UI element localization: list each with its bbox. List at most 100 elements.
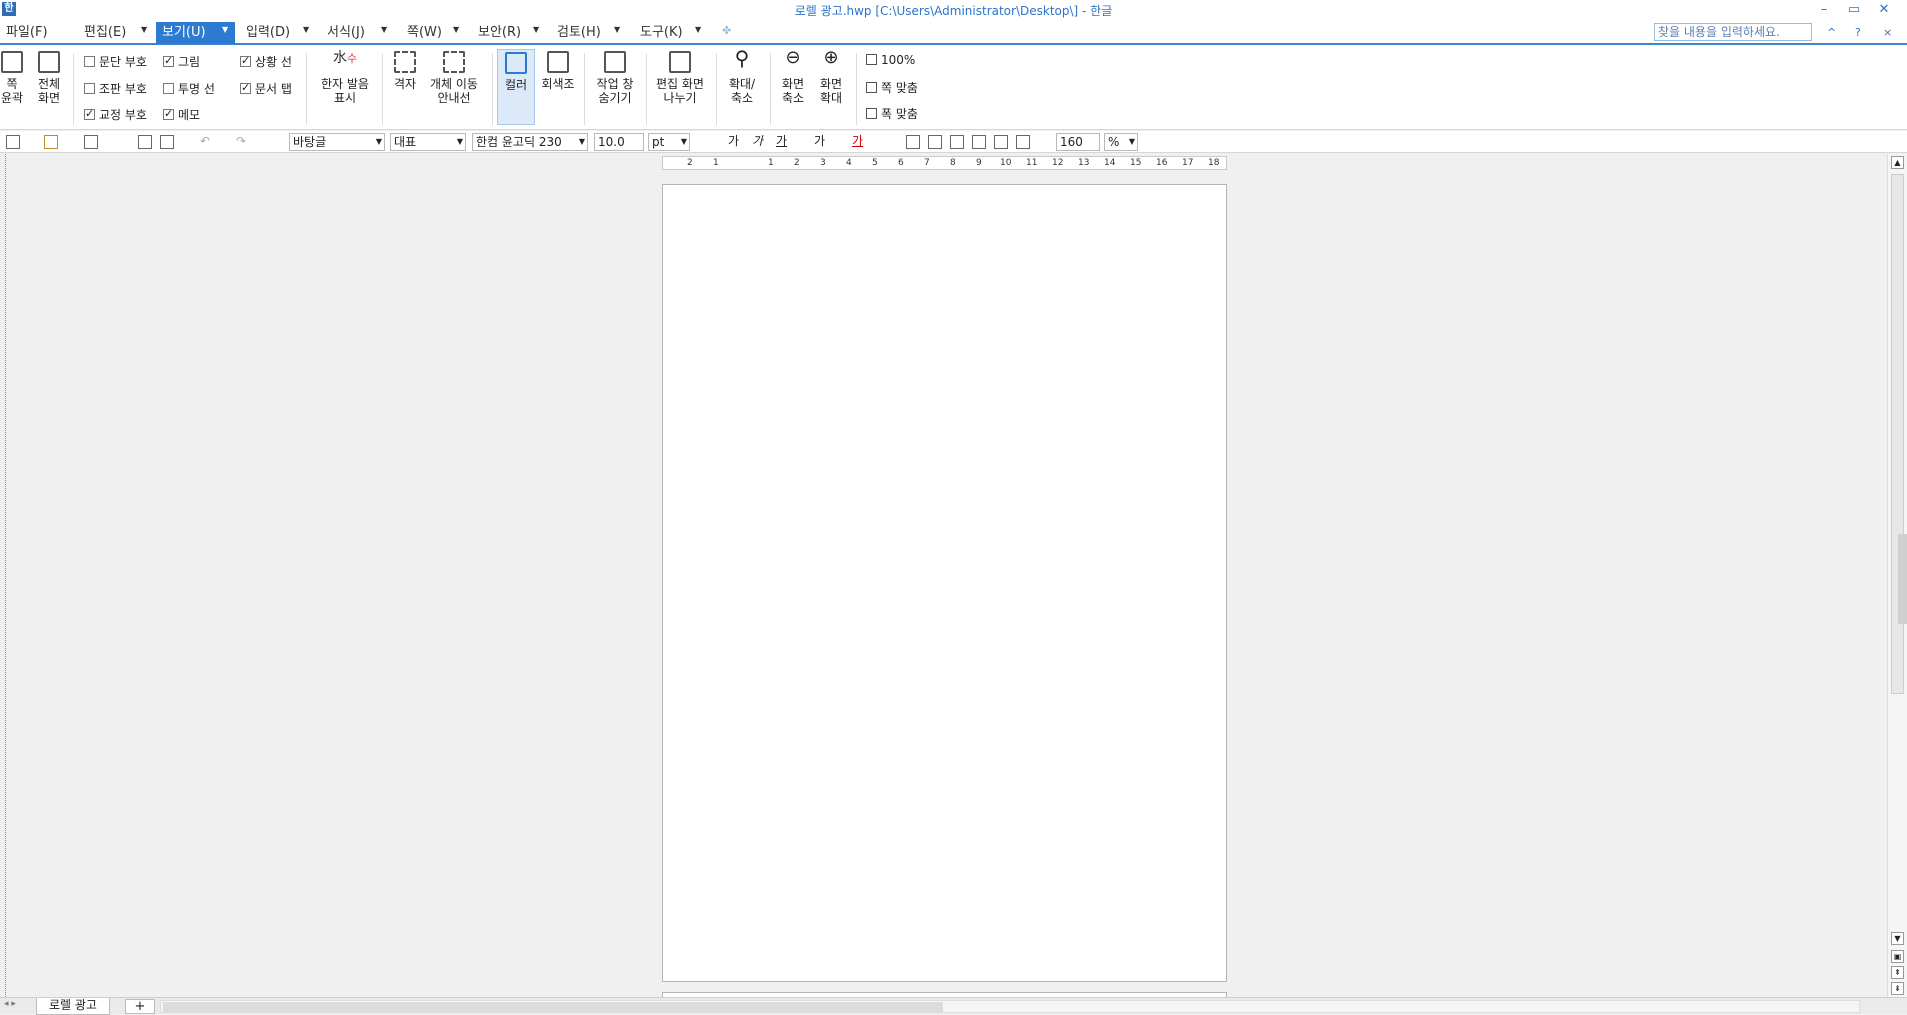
font-select[interactable]: 한컴 윤고딕 230 ▼ <box>472 133 588 151</box>
chevron-down-icon[interactable]: ▼ <box>533 25 539 34</box>
chevron-down-icon[interactable]: ▼ <box>457 134 463 150</box>
minimize-button[interactable]: – <box>1809 0 1839 20</box>
font-size-input[interactable]: 10.0 <box>594 133 644 151</box>
next-page-icon[interactable]: ⇟ <box>1891 982 1904 995</box>
zoom-in-button[interactable]: ⊕ 화면 확대 <box>814 49 848 106</box>
chevron-down-icon[interactable]: ▼ <box>376 134 382 150</box>
checkbox-correction-mark[interactable]: 교정 부호 <box>84 107 147 122</box>
undo-icon[interactable]: ↶ <box>200 133 210 151</box>
print-icon[interactable] <box>138 135 152 149</box>
chevron-down-icon[interactable]: ▼ <box>614 25 620 34</box>
tab-scroll-icon[interactable]: ◂ ▸ <box>4 999 16 1009</box>
align-left-icon[interactable] <box>928 135 942 149</box>
align-center-icon[interactable] <box>950 135 964 149</box>
document-body[interactable] <box>753 269 1173 357</box>
document-tab[interactable]: 로렐 광고 <box>36 998 110 1015</box>
doc-spacer <box>753 283 1173 293</box>
menu-insert[interactable]: 입력(D) <box>246 23 290 43</box>
align-justify-icon[interactable] <box>906 135 920 149</box>
align-right-icon[interactable] <box>972 135 986 149</box>
style-select[interactable]: 바탕글 ▼ <box>289 133 385 151</box>
horizontal-scrollbar[interactable] <box>160 1000 1860 1013</box>
open-folder-icon[interactable] <box>44 135 58 149</box>
vertical-scrollbar[interactable]: ▲ ▼ ▣ ⇞ ⇟ <box>1887 154 1907 997</box>
chevron-down-icon[interactable]: ▼ <box>1129 134 1135 150</box>
checkbox-picture[interactable]: 그림 <box>163 54 200 69</box>
new-document-icon[interactable] <box>6 135 20 149</box>
unit-select[interactable]: pt ▼ <box>648 133 690 151</box>
close-doc-icon[interactable]: × <box>1883 26 1892 39</box>
restore-button[interactable]: ▭ <box>1839 0 1869 20</box>
fit-width-icon <box>866 108 877 119</box>
chevron-down-icon[interactable]: ▼ <box>381 25 387 34</box>
fullscreen-button[interactable]: 전체 화면 <box>34 51 64 105</box>
scroll-up-icon[interactable]: ▲ <box>1891 156 1904 169</box>
color-mode-button[interactable]: 컬러 <box>497 49 535 125</box>
chevron-down-icon[interactable]: ▼ <box>579 134 585 150</box>
menu-format[interactable]: 서식(J) <box>327 23 365 43</box>
line-spacing-input[interactable]: 160 <box>1056 133 1100 151</box>
object-guide-button[interactable]: 개체 이동 안내선 <box>426 51 482 105</box>
fit-width-button[interactable]: 폭 맞춤 <box>866 105 918 122</box>
scroll-down-icon[interactable]: ▼ <box>1891 932 1904 945</box>
menu-edit[interactable]: 편집(E) <box>84 23 126 43</box>
close-button[interactable]: ✕ <box>1869 0 1899 20</box>
menu-security[interactable]: 보안(R) <box>478 23 521 43</box>
search-input[interactable]: 찾을 내용을 입력하세요. <box>1654 23 1812 41</box>
line-spacing-value: 160 <box>1060 135 1083 149</box>
bold-button[interactable]: 가 <box>728 133 739 151</box>
fit-page-button[interactable]: 쪽 맞춤 <box>866 79 918 96</box>
menu-file[interactable]: 파일(F) <box>6 23 48 43</box>
checkbox-transparent-line[interactable]: 투명 선 <box>163 82 215 96</box>
grayscale-button[interactable]: 회색조 <box>538 51 578 91</box>
italic-button[interactable]: 가 <box>752 133 763 151</box>
zoom-out-button[interactable]: ⊖ 화면 축소 <box>776 49 810 106</box>
chevron-down-icon[interactable]: ▼ <box>222 25 228 34</box>
menu-page[interactable]: 쪽(W) <box>407 23 442 43</box>
save-icon[interactable] <box>84 135 98 149</box>
split-view-button[interactable]: 편집 화면 나누기 <box>652 51 708 105</box>
zoom-toggle-button[interactable]: ⚲ 확대/ 축소 <box>722 48 762 105</box>
zoom-100-button[interactable]: 100% <box>866 53 915 67</box>
checkbox-doc-tab[interactable]: 문서 탭 <box>240 81 292 96</box>
checkbox-box <box>84 56 95 67</box>
grayscale-icon <box>547 51 569 73</box>
outline-view-button[interactable]: 쪽 윤곽 <box>0 51 24 105</box>
checkbox-layout-mark[interactable]: 조판 부호 <box>84 82 147 96</box>
task-pane-button[interactable]: 작업 창 숨기기 <box>590 51 640 105</box>
line-spacing-unit[interactable]: % ▼ <box>1104 133 1138 151</box>
redo-icon[interactable]: ↷ <box>236 133 246 151</box>
chevron-down-icon[interactable]: ▼ <box>681 134 687 150</box>
document-page[interactable] <box>662 184 1227 982</box>
chevron-down-icon[interactable]: ▼ <box>141 25 147 34</box>
grid-button[interactable]: 격자 <box>388 51 422 91</box>
language-select[interactable]: 대표 ▼ <box>390 133 466 151</box>
underline-button[interactable]: 가 <box>776 133 787 151</box>
collapse-ribbon-icon[interactable]: ^ <box>1827 26 1836 39</box>
print-preview-icon[interactable] <box>160 135 174 149</box>
grayscale-label: 회색조 <box>541 77 575 91</box>
divider <box>73 53 74 125</box>
chevron-down-icon[interactable]: ▼ <box>695 25 701 34</box>
prev-page-icon[interactable]: ⇞ <box>1891 966 1904 979</box>
strikethrough-button[interactable]: 가 <box>814 133 825 151</box>
ruler-tick: 6 <box>898 158 904 168</box>
divide-icon[interactable] <box>1016 135 1030 149</box>
checkbox-memo[interactable]: 메모 <box>163 107 200 122</box>
extension-icon[interactable]: ✤ <box>722 24 731 37</box>
menu-tools[interactable]: 도구(K) <box>640 23 683 43</box>
chevron-down-icon[interactable]: ▼ <box>303 25 309 34</box>
horizontal-scroll-thumb[interactable] <box>163 1002 943 1012</box>
checkbox-paragraph-mark[interactable]: 문단 부호 <box>84 55 147 69</box>
add-tab-button[interactable]: + <box>125 999 155 1014</box>
hanja-pronunciation-button[interactable]: 水수 한자 발음 표시 <box>314 51 376 105</box>
chevron-down-icon[interactable]: ▼ <box>453 25 459 34</box>
checkbox-status-line[interactable]: 상황 선 <box>240 54 292 69</box>
distribute-icon[interactable] <box>994 135 1008 149</box>
side-panel-toggle[interactable] <box>1898 534 1907 624</box>
menu-review[interactable]: 검토(H) <box>557 23 601 43</box>
page-nav-icon[interactable]: ▣ <box>1891 950 1904 963</box>
help-icon[interactable]: ? <box>1855 26 1861 39</box>
horizontal-ruler[interactable]: 2 1 1 2 3 4 5 6 7 8 9 10 11 12 13 14 15 … <box>662 156 1227 170</box>
font-color-button[interactable]: 가 <box>852 133 863 151</box>
